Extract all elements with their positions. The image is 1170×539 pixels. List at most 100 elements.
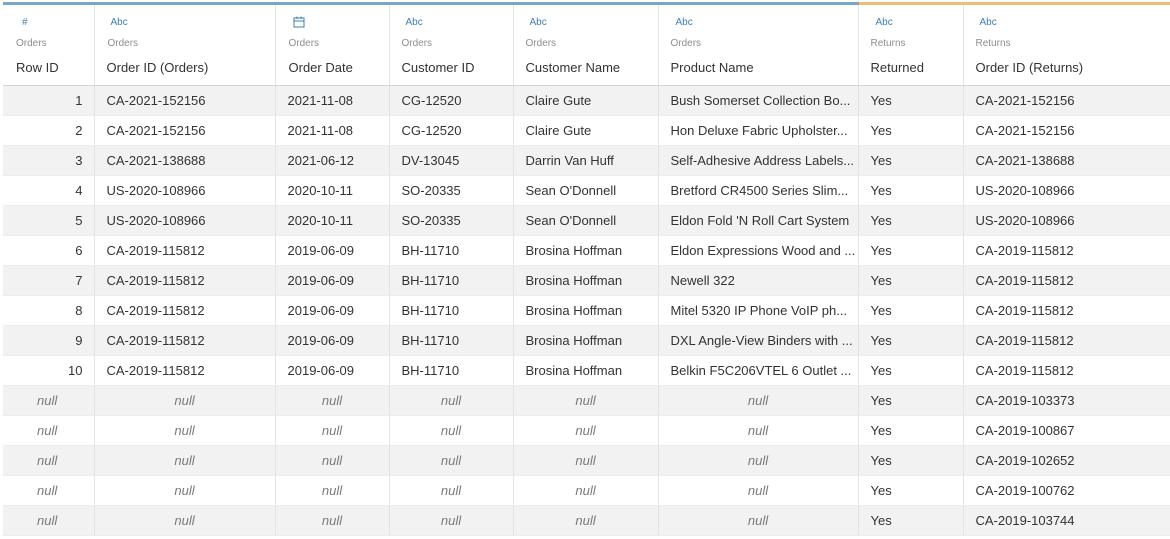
cell-returned[interactable]: Yes [858,505,964,536]
cell-row-id[interactable]: 6 [3,235,95,266]
cell-order-id-orders[interactable]: null [94,385,276,416]
cell-order-id-orders[interactable]: CA-2021-152156 [94,115,276,146]
table-row[interactable]: 5 US-2020-108966 2020-10-11 SO-20335 Sean O'… [3,205,1170,236]
cell-product-name[interactable]: null [658,445,859,476]
cell-row-id[interactable]: 5 [3,205,95,236]
cell-product-name[interactable]: Newell 322 [658,265,859,296]
cell-order-id-orders[interactable]: CA-2019-115812 [94,295,276,326]
column-header-returned[interactable]: Abc Returns Returned [858,2,964,86]
cell-customer-name[interactable]: Claire Gute [513,85,659,116]
cell-order-id-returns[interactable]: CA-2019-115812 [963,265,1170,296]
column-header-order-id-returns[interactable]: Abc Returns Order ID (Returns) [963,2,1170,86]
cell-order-date[interactable]: 2019-06-09 [275,325,390,356]
cell-row-id[interactable]: 7 [3,265,95,296]
cell-order-date[interactable]: null [275,505,390,536]
cell-order-id-returns[interactable]: CA-2019-115812 [963,235,1170,266]
cell-customer-name[interactable]: null [513,445,659,476]
cell-customer-id[interactable]: BH-11710 [389,325,514,356]
cell-row-id[interactable]: null [3,445,95,476]
cell-row-id[interactable]: 10 [3,355,95,386]
cell-order-date[interactable]: 2020-10-11 [275,175,390,206]
cell-returned[interactable]: Yes [858,85,964,116]
cell-product-name[interactable]: Self-Adhesive Address Labels... [658,145,859,176]
column-header-order-id-orders[interactable]: Abc Orders Order ID (Orders) [94,2,276,86]
cell-row-id[interactable]: 4 [3,175,95,206]
cell-returned[interactable]: Yes [858,175,964,206]
cell-order-id-returns[interactable]: CA-2019-115812 [963,355,1170,386]
cell-order-id-returns[interactable]: CA-2021-138688 [963,145,1170,176]
cell-row-id[interactable]: null [3,415,95,446]
column-header-customer-name[interactable]: Abc Orders Customer Name [513,2,659,86]
table-row[interactable]: 8 CA-2019-115812 2019-06-09 BH-11710 Brosina… [3,295,1170,326]
table-row[interactable]: 4 US-2020-108966 2020-10-11 SO-20335 Sean O'… [3,175,1170,206]
cell-customer-name[interactable]: null [513,475,659,506]
cell-customer-id[interactable]: CG-12520 [389,115,514,146]
cell-customer-name[interactable]: Brosina Hoffman [513,355,659,386]
cell-row-id[interactable]: null [3,505,95,536]
cell-order-id-returns[interactable]: CA-2019-100762 [963,475,1170,506]
table-row[interactable]: null null null null null null Yes CA-2019-10086… [3,415,1170,446]
cell-customer-id[interactable]: BH-11710 [389,295,514,326]
cell-customer-id[interactable]: BH-11710 [389,265,514,296]
cell-customer-name[interactable]: null [513,385,659,416]
cell-returned[interactable]: Yes [858,475,964,506]
cell-order-date[interactable]: 2019-06-09 [275,265,390,296]
table-row[interactable]: null null null null null null Yes CA-2019-10076… [3,475,1170,506]
cell-product-name[interactable]: Belkin F5C206VTEL 6 Outlet ... [658,355,859,386]
cell-customer-id[interactable]: SO-20335 [389,175,514,206]
cell-order-id-orders[interactable]: CA-2021-152156 [94,85,276,116]
cell-customer-name[interactable]: null [513,505,659,536]
table-row[interactable]: 3 CA-2021-138688 2021-06-12 DV-13045 Darrin … [3,145,1170,176]
table-row[interactable]: 1 CA-2021-152156 2021-11-08 CG-12520 Claire … [3,85,1170,116]
cell-customer-id[interactable]: null [389,445,514,476]
cell-customer-name[interactable]: Brosina Hoffman [513,295,659,326]
table-row[interactable]: 2 CA-2021-152156 2021-11-08 CG-12520 Claire … [3,115,1170,146]
cell-order-id-orders[interactable]: null [94,415,276,446]
cell-returned[interactable]: Yes [858,415,964,446]
cell-row-id[interactable]: null [3,475,95,506]
cell-product-name[interactable]: Eldon Expressions Wood and ... [658,235,859,266]
cell-customer-name[interactable]: Brosina Hoffman [513,325,659,356]
cell-customer-id[interactable]: SO-20335 [389,205,514,236]
cell-customer-name[interactable]: Brosina Hoffman [513,235,659,266]
cell-row-id[interactable]: 1 [3,85,95,116]
cell-returned[interactable]: Yes [858,325,964,356]
cell-order-id-returns[interactable]: CA-2019-115812 [963,295,1170,326]
table-row[interactable]: null null null null null null Yes CA-2019-10337… [3,385,1170,416]
cell-order-date[interactable]: 2019-06-09 [275,295,390,326]
cell-order-id-returns[interactable]: US-2020-108966 [963,205,1170,236]
cell-customer-id[interactable]: null [389,505,514,536]
cell-order-id-returns[interactable]: CA-2021-152156 [963,115,1170,146]
cell-product-name[interactable]: null [658,475,859,506]
cell-order-date[interactable]: 2019-06-09 [275,235,390,266]
cell-order-id-orders[interactable]: null [94,445,276,476]
cell-order-id-orders[interactable]: CA-2019-115812 [94,265,276,296]
cell-row-id[interactable]: null [3,385,95,416]
cell-returned[interactable]: Yes [858,385,964,416]
cell-product-name[interactable]: null [658,415,859,446]
cell-customer-name[interactable]: Darrin Van Huff [513,145,659,176]
cell-order-date[interactable]: 2021-11-08 [275,115,390,146]
cell-returned[interactable]: Yes [858,205,964,236]
cell-order-id-orders[interactable]: US-2020-108966 [94,175,276,206]
cell-order-id-returns[interactable]: CA-2019-102652 [963,445,1170,476]
cell-product-name[interactable]: Mitel 5320 IP Phone VoIP ph... [658,295,859,326]
data-grid[interactable]: # Orders Row ID Abc Orders Order ID (Ord… [3,2,1170,536]
cell-row-id[interactable]: 9 [3,325,95,356]
cell-order-id-returns[interactable]: US-2020-108966 [963,175,1170,206]
cell-order-id-returns[interactable]: CA-2019-100867 [963,415,1170,446]
table-row[interactable]: 7 CA-2019-115812 2019-06-09 BH-11710 Brosina… [3,265,1170,296]
cell-order-id-orders[interactable]: null [94,505,276,536]
cell-product-name[interactable]: Eldon Fold 'N Roll Cart System [658,205,859,236]
cell-customer-name[interactable]: Sean O'Donnell [513,175,659,206]
cell-row-id[interactable]: 8 [3,295,95,326]
cell-customer-name[interactable]: null [513,415,659,446]
cell-customer-name[interactable]: Brosina Hoffman [513,265,659,296]
cell-order-date[interactable]: 2019-06-09 [275,355,390,386]
cell-customer-id[interactable]: BH-11710 [389,235,514,266]
cell-row-id[interactable]: 2 [3,115,95,146]
cell-returned[interactable]: Yes [858,265,964,296]
table-row[interactable]: null null null null null null Yes CA-2019-10265… [3,445,1170,476]
cell-order-id-returns[interactable]: CA-2021-152156 [963,85,1170,116]
cell-order-date[interactable]: null [275,475,390,506]
